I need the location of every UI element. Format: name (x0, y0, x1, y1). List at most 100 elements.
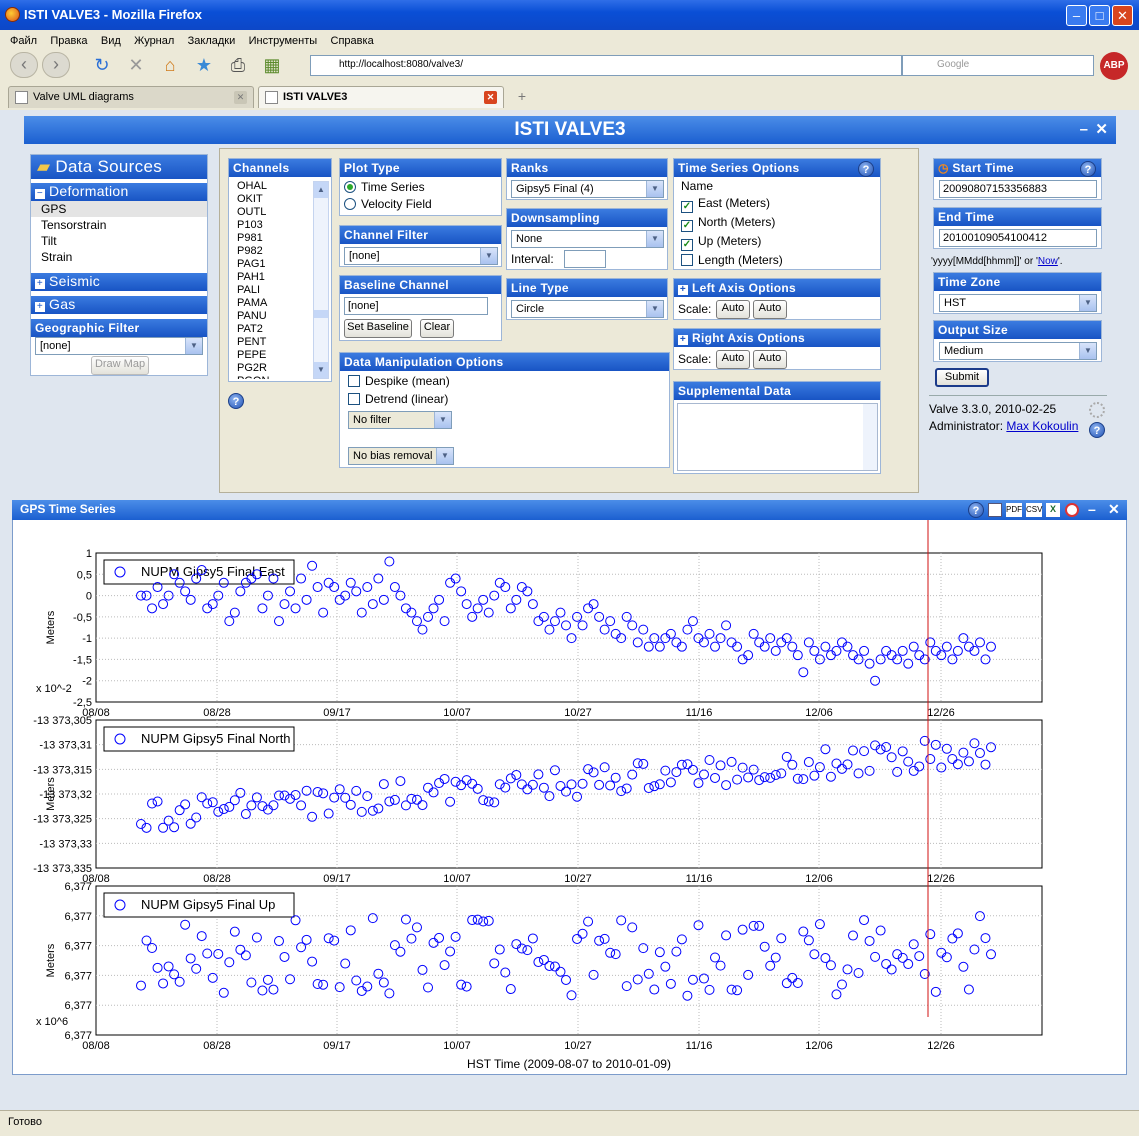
plot-type-time-series[interactable]: Time Series (340, 177, 501, 197)
adblock-icon[interactable]: ABP (1100, 52, 1128, 80)
print-icon[interactable]: ⎙ (226, 54, 250, 76)
sidebar-icon[interactable]: ▦ (260, 54, 284, 76)
supplemental-scrollbar[interactable] (863, 404, 877, 470)
channel-item[interactable]: PENT (229, 336, 311, 349)
menu-history[interactable]: Журнал (134, 35, 174, 47)
channel-item[interactable]: P981 (229, 232, 311, 245)
forward-button[interactable]: › (42, 52, 70, 78)
channel-item[interactable]: PANU (229, 310, 311, 323)
seismic-header[interactable]: + Seismic (31, 273, 207, 291)
left-axis-max-button[interactable]: Auto (753, 300, 787, 319)
option-east[interactable]: ✓ East (Meters) (674, 195, 880, 214)
source-item-tensorstrain[interactable]: Tensorstrain (31, 217, 207, 233)
clear-button[interactable]: Clear (420, 319, 454, 338)
channel-item[interactable]: P982 (229, 245, 311, 258)
stop-icon[interactable]: ✕ (124, 54, 148, 76)
geo-filter-select[interactable]: [none] (35, 337, 203, 355)
channel-item[interactable]: OHAL (229, 180, 311, 193)
tab-valve3[interactable]: ISTI VALVE3 ✕ (258, 86, 504, 108)
close-window-button[interactable]: ✕ (1112, 5, 1133, 26)
csv-icon[interactable]: CSV (1026, 503, 1042, 517)
ranks-select[interactable]: Gipsy5 Final (4) (511, 180, 664, 198)
channel-item[interactable]: PGON (229, 375, 311, 379)
minimize-plot-icon[interactable]: – (1088, 501, 1096, 517)
output-size-select[interactable]: Medium (939, 342, 1097, 360)
help-icon[interactable]: ? (1080, 161, 1096, 177)
detrend-option[interactable]: Detrend (linear) (340, 391, 669, 407)
source-item-gps[interactable]: GPS (31, 201, 207, 217)
pdf-icon[interactable]: PDF (1006, 503, 1022, 517)
downsampling-select[interactable]: None (511, 230, 664, 248)
channel-item[interactable]: PAG1 (229, 258, 311, 271)
now-link[interactable]: Now (1038, 256, 1058, 267)
channel-list[interactable]: OHAL OKIT OUTL P103 P981 P982 PAG1 PAH1 PALI PAMA… (229, 179, 311, 379)
plot-type-velocity-field[interactable]: Velocity Field (340, 197, 501, 211)
channel-item[interactable]: PEPE (229, 349, 311, 362)
channel-item[interactable]: PALI (229, 284, 311, 297)
scroll-up-icon[interactable]: ▲ (314, 182, 328, 198)
channel-item[interactable]: OUTL (229, 206, 311, 219)
gas-header[interactable]: + Gas (31, 296, 207, 314)
right-axis-max-button[interactable]: Auto (753, 350, 787, 369)
set-baseline-button[interactable]: Set Baseline (344, 319, 412, 338)
collapse-icon[interactable]: – (1080, 116, 1088, 144)
help-icon[interactable]: ? (228, 393, 244, 409)
end-time-input[interactable]: 20100109054100412 (939, 229, 1097, 247)
right-axis-min-button[interactable]: Auto (716, 350, 750, 369)
reload-icon[interactable]: ↻ (90, 54, 114, 76)
admin-link[interactable]: Max Kokoulin (1006, 419, 1078, 433)
ruler-icon[interactable] (988, 503, 1002, 517)
left-axis-header[interactable]: + Left Axis Options (674, 279, 880, 297)
excel-icon[interactable]: X (1046, 503, 1060, 517)
help-icon[interactable]: ? (858, 161, 874, 177)
minimize-button[interactable]: – (1066, 5, 1087, 26)
help-icon[interactable]: ? (968, 502, 984, 518)
menu-help[interactable]: Справка (331, 35, 374, 47)
close-tab-icon[interactable]: ✕ (234, 91, 247, 104)
channel-item[interactable]: PAT2 (229, 323, 311, 336)
start-time-input[interactable]: 20090807153356883 (939, 180, 1097, 198)
channel-item[interactable]: P103 (229, 219, 311, 232)
channel-filter-select[interactable]: [none] (344, 247, 498, 265)
option-north[interactable]: ✓ North (Meters) (674, 214, 880, 233)
source-item-strain[interactable]: Strain (31, 249, 207, 265)
gps-chart[interactable]: 08/08 08/28 09/17 10/07 10/27 11/16 12/06 12/26… (12, 520, 1127, 1075)
menu-tools[interactable]: Инструменты (249, 35, 318, 47)
option-up[interactable]: ✓ Up (Meters) (674, 233, 880, 252)
left-axis-min-button[interactable]: Auto (716, 300, 750, 319)
scroll-thumb[interactable] (314, 310, 328, 318)
line-type-select[interactable]: Circle (511, 300, 664, 318)
menu-file[interactable]: Файл (10, 35, 37, 47)
draw-map-button[interactable]: Draw Map (91, 356, 149, 375)
search-bar[interactable]: Google (902, 55, 1094, 76)
despike-option[interactable]: Despike (mean) (340, 371, 669, 391)
url-bar[interactable]: http://localhost:8080/valve3/ (310, 55, 902, 76)
close-tab-icon[interactable]: ✕ (484, 91, 497, 104)
timer-icon[interactable] (1065, 503, 1079, 517)
menu-bookmarks[interactable]: Закладки (188, 35, 236, 47)
back-button[interactable]: ‹ (10, 52, 38, 78)
submit-button[interactable]: Submit (935, 368, 989, 387)
bias-select[interactable]: No bias removal (348, 447, 454, 465)
maximize-button[interactable]: □ (1089, 5, 1110, 26)
right-axis-header[interactable]: + Right Axis Options (674, 329, 880, 347)
close-plot-icon[interactable]: ✕ (1108, 501, 1120, 518)
time-zone-select[interactable]: HST (939, 294, 1097, 312)
deformation-header[interactable]: − Deformation (31, 183, 207, 201)
scroll-down-icon[interactable]: ▼ (314, 362, 328, 378)
channel-item[interactable]: PG2R (229, 362, 311, 375)
bookmark-icon[interactable]: ★ (192, 54, 216, 76)
filter-select[interactable]: No filter (348, 411, 452, 429)
interval-input[interactable] (564, 250, 606, 268)
menu-view[interactable]: Вид (101, 35, 121, 47)
home-icon[interactable]: ⌂ (158, 54, 182, 76)
new-tab-button[interactable]: + (510, 88, 534, 108)
option-length[interactable]: Length (Meters) (674, 252, 880, 268)
menu-edit[interactable]: Правка (50, 35, 87, 47)
channel-item[interactable]: PAMA (229, 297, 311, 310)
channel-scrollbar[interactable]: ▲ ▼ (313, 181, 329, 379)
channel-item[interactable]: OKIT (229, 193, 311, 206)
tab-uml[interactable]: Valve UML diagrams ✕ (8, 86, 254, 108)
help-icon[interactable]: ? (1089, 422, 1105, 438)
supplemental-list[interactable] (677, 403, 878, 471)
